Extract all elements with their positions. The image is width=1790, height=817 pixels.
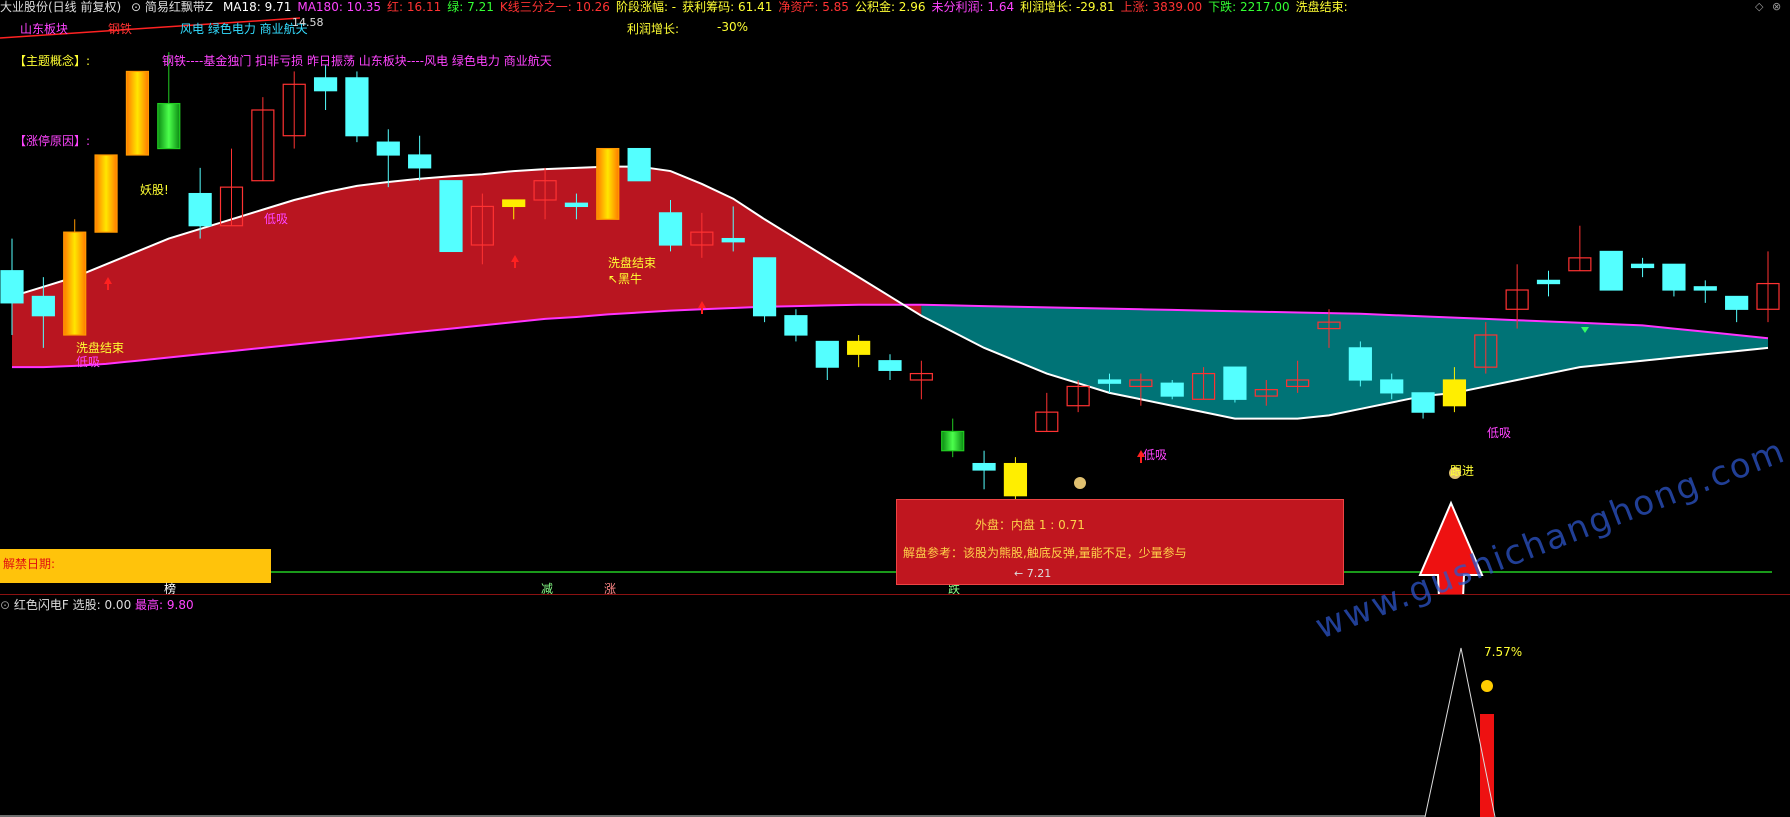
unlock-date-label: 解禁日期: [3,557,56,571]
candle-body [878,360,902,371]
high-value: 最高: 9.80 [135,598,194,612]
header-item-5: 阶段涨幅: - [615,0,677,14]
dark-horse-marker: ↖黑牛 [608,272,643,286]
profit-growth-label: 利润增长: [627,22,680,36]
theme-label: 【主题概念】: [14,54,91,68]
candle-body [596,147,620,220]
candle-body [1411,392,1435,413]
money-bag-icon [1074,477,1086,489]
header-item-0: MA18: 9.71 [222,0,292,14]
sub-indicator-header: ⊙ 红色闪电F 选股: 0.00 最高: 9.80 [0,596,194,613]
header-item-11: 上涨: 3839.00 [1120,0,1203,14]
candle-body [721,237,745,243]
price-low-label: ← 7.21 [1014,567,1052,580]
candle-body [345,77,369,137]
header-item-3: 绿: 7.21 [447,0,494,14]
candle-body [408,154,432,169]
candle-body [502,199,526,208]
wash-end-marker: 洗盘结束 [608,256,657,270]
unlock-date-bar: 解禁日期: [0,549,271,583]
theme-text: 钢铁----基金独门 扣非亏损 昨日振荡 山东板块----风电 绿色电力 商业航… [162,54,552,68]
header-item-6: 获利筹码: 61.41 [682,0,773,14]
candle-body [564,202,589,208]
candle-body [752,257,777,317]
candle-body [784,315,808,336]
main-chart[interactable] [0,15,1790,595]
candle-body [1725,295,1749,310]
sub-percent-label: 7.57% [1484,645,1523,659]
stock-name[interactable]: 大业股份(日线 前复权) [0,0,121,14]
header-item-10: 利润增长: -29.81 [1020,0,1115,14]
candle-body [1693,286,1717,291]
pane-divider[interactable] [0,594,1790,595]
header-item-13: 洗盘结束: [1295,0,1348,14]
candle-body [31,295,55,317]
select-value: 选股: 0.00 [72,598,132,612]
header-item-12: 下跌: 2217.00 [1208,0,1290,14]
close-icon[interactable]: ⊗ [1772,0,1781,13]
candle-body [847,340,871,355]
candle-body [1662,263,1686,291]
header-bar: 大业股份(日线 前复权) ⊙ 简易红飘带Z MA18: 9.71 MA180: 1… [0,0,1790,15]
candle-body [125,70,150,156]
candle-body [313,77,338,92]
candle-body [1097,379,1122,384]
low-suck-marker: 低吸 [264,212,289,226]
analysis-popup[interactable]: 外盘：内盘 1 : 0.71 解盘参考：该股为熊股,触底反弹,量能不足，少量参与 [896,499,1344,585]
candle-body [1630,263,1655,269]
concept-tags: 风电 绿色电力 商业航天 [180,22,308,36]
candle-body [157,102,181,150]
candle-body [376,141,400,156]
header-item-1: MA180: 10.35 [297,0,382,14]
candle-body [1442,379,1467,407]
analysis-text: 解盘参考：该股为熊股,触底反弹,量能不足，少量参与 [903,546,1187,560]
header-item-7: 净资产: 5.85 [778,0,849,14]
diamond-icon[interactable]: ◇ [1755,0,1763,13]
low-suck-marker: 低吸 [76,355,101,369]
profit-growth-value: -30% [717,20,749,34]
candle-body [1380,379,1404,394]
industry-tag: 钢铁 [108,22,133,36]
candle-body [1160,382,1184,397]
candle-body [94,154,118,233]
low-suck-marker: 低吸 [1487,426,1512,440]
demon-stock-marker: 妖股! [140,183,169,197]
header-values: MA18: 9.71 MA180: 10.35 红: 16.11 绿: 7.21 K线三… [223,0,1354,14]
header-item-9: 未分利润: 1.64 [931,0,1015,14]
candle-body [1348,347,1372,381]
collapse-icon[interactable]: ⊙ [0,598,10,612]
follow-marker: 跟进 [1450,464,1475,478]
candle-body [941,430,965,452]
header-item-4: K线三分之一: 10.26 [499,0,610,14]
candle-body [0,270,24,304]
price-high-label: 14.58 [292,16,324,29]
candle-body [1003,462,1028,497]
candle-body [1536,279,1561,285]
candle-body [815,340,839,368]
limit-reason-label: 【涨停原因】: [14,134,91,148]
smiley-icon [1481,680,1493,692]
candle-body [1223,366,1247,400]
sector-label: 山东板块 [20,22,69,36]
candle-body [439,180,463,253]
candle-body [1599,250,1623,291]
header-item-8: 公积金: 2.96 [854,0,926,14]
candle-body [972,462,996,471]
header-item-2: 红: 16.11 [387,0,442,14]
low-suck-marker: 低吸 [1143,448,1168,462]
candle-body [63,231,87,336]
order-ratio: 外盘：内盘 1 : 0.71 [975,518,1085,532]
candle-body [188,192,212,227]
sub-chart[interactable] [0,612,1790,817]
sub-indicator-name[interactable]: 红色闪电F [14,598,69,612]
indicator-name[interactable]: ⊙ 简易红飘带Z [131,0,213,14]
candle-body [658,212,683,246]
candle-body [627,147,651,182]
